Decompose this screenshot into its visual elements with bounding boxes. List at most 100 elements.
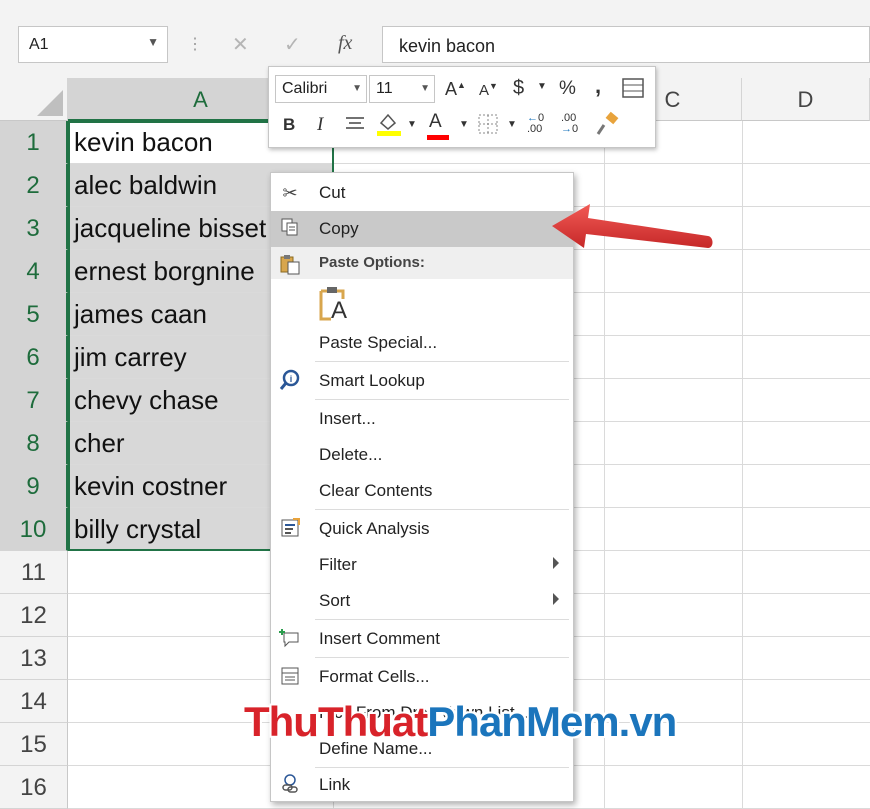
comment-icon bbox=[277, 627, 303, 651]
decrease-font-icon[interactable]: A▼ bbox=[479, 81, 498, 99]
mini-toolbar: Calibri ▼ 11 ▼ A▲ A▼ $ ▼ % , B I ▼ A ▼ ▼… bbox=[268, 66, 656, 148]
enter-icon[interactable]: ✓ bbox=[284, 32, 301, 57]
menu-label: Delete... bbox=[319, 445, 383, 464]
cell-divider bbox=[604, 293, 605, 335]
menu-item-copy[interactable]: Copy bbox=[271, 211, 573, 247]
cell-divider bbox=[742, 508, 743, 550]
font-name-value: Calibri bbox=[282, 80, 328, 97]
name-box[interactable]: A1 ▼ bbox=[18, 26, 168, 63]
row-header[interactable]: 14 bbox=[0, 680, 68, 723]
align-center-icon[interactable] bbox=[345, 115, 365, 138]
decrease-decimal-icon[interactable]: .00 →0 bbox=[561, 113, 578, 135]
increase-font-letter: A bbox=[445, 79, 458, 99]
menu-item-format-cells[interactable]: Format Cells... bbox=[271, 659, 573, 695]
font-name-dropdown[interactable]: Calibri ▼ bbox=[275, 75, 367, 103]
column-header-d[interactable]: D bbox=[742, 78, 870, 121]
increase-font-icon[interactable]: A▲ bbox=[445, 79, 466, 100]
italic-icon[interactable]: I bbox=[317, 114, 323, 136]
row-header[interactable]: 7 bbox=[0, 379, 68, 422]
row-header[interactable]: 4 bbox=[0, 250, 68, 293]
font-color-icon[interactable]: A bbox=[427, 111, 449, 140]
cancel-icon[interactable]: ✕ bbox=[232, 32, 249, 57]
smart-lookup-icon: i bbox=[277, 369, 303, 393]
bold-icon[interactable]: B bbox=[283, 115, 295, 135]
row-header[interactable]: 16 bbox=[0, 766, 68, 809]
decrease-font-letter: A bbox=[479, 82, 490, 99]
menu-separator bbox=[315, 619, 569, 620]
cell-divider bbox=[742, 680, 743, 722]
menu-item-filter[interactable]: Filter bbox=[271, 547, 573, 583]
menu-item-paste-special[interactable]: Paste Special... bbox=[271, 325, 573, 361]
row-header[interactable]: 13 bbox=[0, 637, 68, 680]
row-header[interactable]: 8 bbox=[0, 422, 68, 465]
chevron-down-icon[interactable]: ▼ bbox=[537, 81, 547, 92]
menu-label: Clear Contents bbox=[319, 481, 433, 500]
format-painter-table-icon[interactable] bbox=[621, 77, 645, 104]
fill-color-icon[interactable] bbox=[375, 111, 403, 142]
comma-style-icon[interactable]: , bbox=[595, 73, 601, 99]
menu-label: Link bbox=[319, 775, 351, 794]
name-box-value: A1 bbox=[29, 36, 49, 53]
submenu-arrow-icon bbox=[553, 557, 559, 569]
chevron-down-icon: ▼ bbox=[420, 83, 430, 94]
menu-item-delete[interactable]: Delete... bbox=[271, 437, 573, 473]
paste-text-only-icon: A bbox=[317, 285, 351, 328]
paste-icon-letter: A bbox=[331, 297, 348, 324]
cell-divider bbox=[742, 336, 743, 378]
svg-text:i: i bbox=[290, 374, 293, 384]
menu-item-insert[interactable]: Insert... bbox=[271, 401, 573, 437]
cell-divider bbox=[604, 422, 605, 464]
row-header[interactable]: 5 bbox=[0, 293, 68, 336]
chevron-down-icon[interactable]: ▼ bbox=[459, 119, 469, 130]
currency-icon[interactable]: $ bbox=[513, 77, 524, 100]
paste-options-header: Paste Options: bbox=[271, 247, 573, 279]
cell-divider bbox=[604, 465, 605, 507]
paste-option-keep-text[interactable]: A bbox=[271, 281, 573, 327]
menu-item-smart-lookup[interactable]: i Smart Lookup bbox=[271, 363, 573, 399]
cell-divider bbox=[742, 121, 743, 163]
select-all-corner[interactable] bbox=[0, 78, 68, 121]
font-size-dropdown[interactable]: 11 ▼ bbox=[369, 75, 435, 103]
menu-label: Sort bbox=[319, 591, 351, 610]
row-header[interactable]: 10 bbox=[0, 508, 68, 551]
menu-label: Insert Comment bbox=[319, 629, 440, 648]
percent-icon[interactable]: % bbox=[559, 78, 576, 100]
menu-item-clear-contents[interactable]: Clear Contents bbox=[271, 473, 573, 509]
row-header[interactable]: 6 bbox=[0, 336, 68, 379]
row-header[interactable]: 15 bbox=[0, 723, 68, 766]
row-header[interactable]: 11 bbox=[0, 551, 68, 594]
menu-label: Insert... bbox=[319, 409, 376, 428]
menu-item-sort[interactable]: Sort bbox=[271, 583, 573, 619]
menu-item-link[interactable]: Link bbox=[271, 767, 573, 801]
quick-analysis-icon bbox=[277, 517, 303, 541]
increase-decimal-icon[interactable]: ←0.00 bbox=[527, 113, 544, 135]
cell-divider bbox=[604, 551, 605, 593]
chevron-down-icon[interactable]: ▼ bbox=[407, 119, 417, 130]
insert-function-icon[interactable]: fx bbox=[338, 32, 352, 55]
formula-input[interactable]: kevin bacon bbox=[382, 26, 870, 63]
menu-item-insert-comment[interactable]: Insert Comment bbox=[271, 621, 573, 657]
row-header[interactable]: 12 bbox=[0, 594, 68, 637]
watermark-part2: PhanMem bbox=[427, 698, 619, 745]
menu-item-quick-analysis[interactable]: Quick Analysis bbox=[271, 511, 573, 547]
borders-icon[interactable] bbox=[477, 113, 499, 140]
menu-item-cut[interactable]: ✂ Cut bbox=[271, 175, 573, 211]
chevron-down-icon[interactable]: ▼ bbox=[507, 119, 517, 130]
row-header[interactable]: 9 bbox=[0, 465, 68, 508]
format-painter-icon[interactable] bbox=[595, 111, 621, 142]
row-header[interactable]: 1 bbox=[0, 121, 68, 164]
cell-divider bbox=[742, 594, 743, 636]
drag-handle-icon[interactable]: ⋮ bbox=[187, 34, 203, 54]
chevron-down-icon[interactable]: ▼ bbox=[147, 35, 159, 49]
cell-divider bbox=[604, 637, 605, 679]
submenu-arrow-icon bbox=[553, 593, 559, 605]
menu-label: Cut bbox=[319, 183, 346, 202]
row-header[interactable]: 2 bbox=[0, 164, 68, 207]
menu-separator bbox=[315, 361, 569, 362]
cell-divider bbox=[742, 551, 743, 593]
cell-divider bbox=[742, 164, 743, 206]
formula-tools: ✕ ✓ fx bbox=[214, 26, 374, 63]
row-header[interactable]: 3 bbox=[0, 207, 68, 250]
arrow-shape bbox=[552, 204, 713, 248]
scissors-icon: ✂ bbox=[282, 183, 298, 203]
